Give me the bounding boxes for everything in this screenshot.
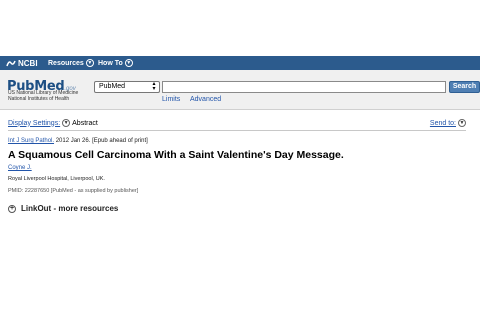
- search-button[interactable]: Search: [449, 81, 480, 93]
- citation-date: 2012 Jan 26. [Epub ahead of print]: [55, 138, 148, 144]
- author-list: Coyne J.: [8, 165, 32, 171]
- nav-resources[interactable]: Resources ▼: [48, 58, 94, 68]
- nav-how-to[interactable]: How To ▼: [98, 58, 133, 68]
- ncbi-logo-icon: [6, 60, 16, 66]
- divider: [8, 130, 466, 131]
- ncbi-label: NCBI: [18, 58, 38, 68]
- nih-org-line: National Institutes of Health: [8, 96, 70, 102]
- article-title: A Squamous Cell Carcinoma With a Saint V…: [8, 149, 344, 161]
- advanced-link[interactable]: Advanced: [190, 96, 221, 103]
- plus-icon: +: [8, 204, 16, 213]
- citation-line: Int J Surg Pathol. 2012 Jan 26. [Epub ah…: [8, 138, 148, 144]
- affiliation: Royal Liverpool Hospital, Liverpool, UK.: [8, 176, 105, 182]
- display-settings-link[interactable]: Display Settings:: [8, 120, 60, 127]
- limits-link[interactable]: Limits: [162, 96, 180, 103]
- blank-top-area: [0, 0, 480, 56]
- database-select-value: PubMed: [99, 83, 126, 90]
- display-settings: Display Settings: ▼ Abstract: [8, 119, 98, 127]
- send-to: Send to: ▼: [430, 119, 468, 127]
- nav-resources-label: Resources: [48, 59, 84, 67]
- author-link[interactable]: Coyne J.: [8, 165, 32, 171]
- send-to-link[interactable]: Send to:: [430, 120, 456, 127]
- display-format: Abstract: [72, 119, 98, 127]
- journal-link[interactable]: Int J Surg Pathol.: [8, 138, 54, 144]
- ncbi-logo[interactable]: NCBI: [6, 57, 38, 69]
- ncbi-header-bar: NCBI Resources ▼ How To ▼: [0, 56, 480, 70]
- chevron-down-icon[interactable]: ▼: [62, 119, 71, 127]
- chevron-down-icon[interactable]: ▼: [458, 119, 466, 127]
- search-input[interactable]: [162, 81, 446, 93]
- nav-how-to-label: How To: [98, 59, 123, 67]
- linkout-toggle[interactable]: + LinkOut - more resources: [8, 204, 118, 213]
- chevron-down-icon: ▼: [124, 59, 133, 67]
- database-select[interactable]: PubMed ▴ ▾: [94, 81, 160, 93]
- pmid-line: PMID: 22287650 [PubMed - as supplied by …: [8, 188, 139, 194]
- linkout-label: LinkOut - more resources: [21, 204, 119, 213]
- chevron-down-icon: ▼: [85, 59, 94, 67]
- updown-arrows-icon: ▴ ▾: [152, 81, 156, 92]
